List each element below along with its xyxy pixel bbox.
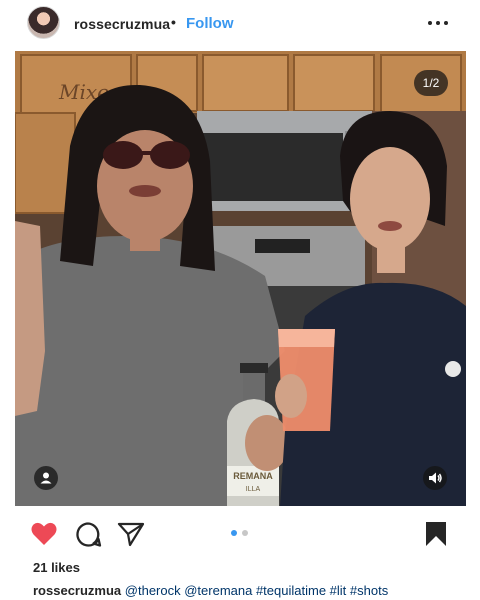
more-horizontal-icon[interactable] (427, 10, 449, 34)
send-icon[interactable] (117, 521, 145, 552)
carousel-dot-active (231, 530, 237, 536)
media-counter: 1/2 (414, 70, 448, 96)
follow-button[interactable]: Follow (186, 15, 234, 32)
header-separator: • (171, 14, 176, 30)
heart-icon[interactable] (30, 521, 58, 552)
post-username[interactable]: rossecruzmua (74, 16, 170, 32)
bookmark-icon[interactable] (425, 521, 447, 552)
speaker-icon[interactable] (423, 466, 447, 490)
post-photo: Mixe REMANA ILLA (15, 51, 466, 506)
caption-text[interactable]: @therock @teremana #tequilatime #lit #sh… (125, 583, 388, 598)
post-caption: rossecruzmua @therock @teremana #tequila… (33, 583, 388, 598)
bottle-sublabel: ILLA (246, 486, 261, 493)
carousel-dot (242, 530, 248, 536)
caption-username[interactable]: rossecruzmua (33, 583, 121, 598)
bottle-label: REMANA (233, 471, 273, 481)
carousel-indicator (228, 530, 252, 538)
avatar[interactable] (27, 6, 60, 39)
likes-count[interactable]: 21 likes (33, 560, 80, 575)
post-media[interactable]: Mixe REMANA ILLA (15, 51, 466, 506)
user-tag-icon[interactable] (34, 466, 58, 490)
post-header: rossecruzmua • Follow (0, 0, 480, 50)
comment-icon[interactable] (75, 521, 102, 553)
